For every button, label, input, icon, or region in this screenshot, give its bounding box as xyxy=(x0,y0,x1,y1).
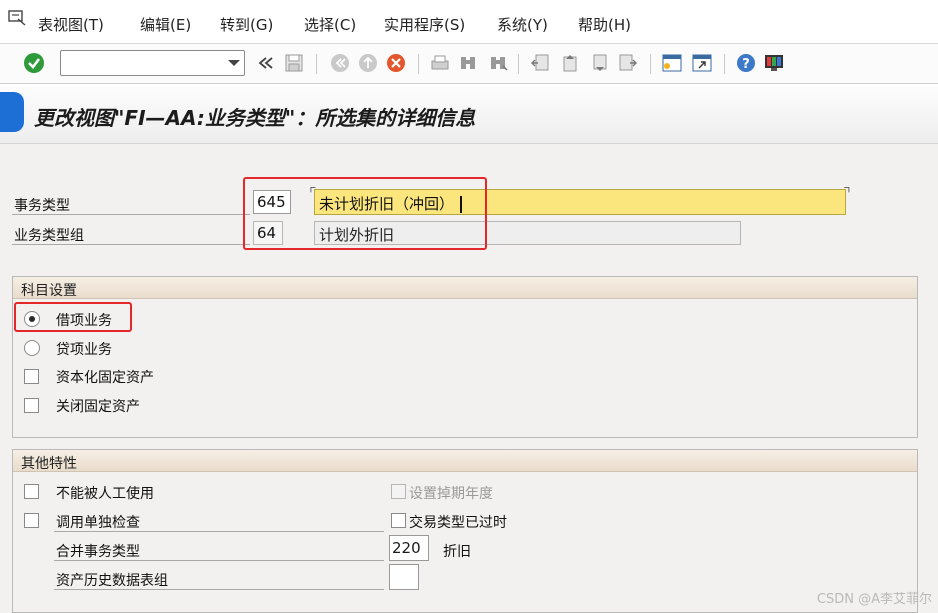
field-underline xyxy=(12,244,250,245)
nav-exit-icon[interactable] xyxy=(356,51,380,75)
call-individual-check-label: 调用单独检查 xyxy=(56,515,140,531)
asset-history-input[interactable] xyxy=(389,564,419,590)
help-icon[interactable]: ? xyxy=(734,51,758,75)
page-title: 更改视图"FI—AA:业务类型"：所选集的详细信息 xyxy=(34,106,476,130)
transaction-group-label: 业务类型组 xyxy=(14,228,84,244)
toolbar-separator xyxy=(518,54,519,74)
window-menu-icon[interactable] xyxy=(8,10,26,26)
prev-page-icon[interactable] xyxy=(558,51,582,75)
consolidated-type-desc: 折旧 xyxy=(443,544,471,560)
transaction-obsolete-checkbox[interactable] xyxy=(391,513,406,528)
save-icon[interactable] xyxy=(282,51,306,75)
field-bracket-right: ⌝ xyxy=(842,183,852,202)
call-individual-check-checkbox[interactable] xyxy=(24,513,39,528)
highlight-box-header xyxy=(243,177,487,250)
group-title: 其他特性 xyxy=(21,456,77,472)
group-header: 其他特性 xyxy=(13,450,917,472)
command-input[interactable] xyxy=(63,53,221,73)
group-header: 科目设置 xyxy=(13,277,917,299)
sap-logo xyxy=(0,92,24,132)
consolidated-type-input[interactable]: 220 xyxy=(389,535,429,561)
chevron-down-icon[interactable] xyxy=(228,60,240,66)
customize-layout-icon[interactable] xyxy=(762,51,786,75)
back-arrows-icon[interactable] xyxy=(254,51,278,75)
toolbar-separator xyxy=(650,54,651,74)
account-settings-group: 科目设置 xyxy=(12,276,918,438)
toolbar-separator xyxy=(316,54,317,74)
standard-toolbar: ? xyxy=(0,44,938,84)
menu-table-view[interactable]: 表视图(T) xyxy=(38,14,104,35)
field-underline xyxy=(54,531,384,532)
nav-back-icon[interactable] xyxy=(328,51,352,75)
watermark: CSDN @A李艾菲尔 xyxy=(816,592,932,607)
find-next-icon[interactable] xyxy=(486,51,510,75)
shortcut-icon[interactable] xyxy=(690,51,714,75)
field-underline xyxy=(54,560,384,561)
menu-bar: 表视图(T) 编辑(E) 转到(G) 选择(C) 实用程序(S) 系统(Y) 帮… xyxy=(0,0,938,44)
menu-edit[interactable]: 编辑(E) xyxy=(140,14,191,35)
group-title: 科目设置 xyxy=(21,283,77,299)
asset-history-label: 资产历史数据表组 xyxy=(56,573,168,589)
field-underline xyxy=(12,214,250,215)
menu-help[interactable]: 帮助(H) xyxy=(578,14,631,35)
set-writeoff-year-label: 设置掉期年度 xyxy=(409,486,493,502)
toolbar-separator xyxy=(724,54,725,74)
close-asset-checkbox[interactable] xyxy=(24,398,39,413)
field-underline xyxy=(54,589,384,590)
title-bar: 更改视图"FI—AA:业务类型"：所选集的详细信息 xyxy=(0,84,938,144)
set-writeoff-year-checkbox xyxy=(391,484,406,499)
menu-select[interactable]: 选择(C) xyxy=(304,14,356,35)
menu-utilities[interactable]: 实用程序(S) xyxy=(384,14,465,35)
transaction-type-label: 事务类型 xyxy=(14,198,70,214)
no-manual-use-checkbox[interactable] xyxy=(24,484,39,499)
enter-check-icon[interactable] xyxy=(22,51,46,75)
capitalize-asset-checkbox[interactable] xyxy=(24,369,39,384)
no-manual-use-label: 不能被人工使用 xyxy=(56,486,154,502)
command-field[interactable] xyxy=(60,50,245,76)
first-page-icon[interactable] xyxy=(528,51,552,75)
find-icon[interactable] xyxy=(456,51,480,75)
transaction-obsolete-label: 交易类型已过时 xyxy=(409,515,507,531)
menu-system[interactable]: 系统(Y) xyxy=(497,14,548,35)
last-page-icon[interactable] xyxy=(616,51,640,75)
credit-transaction-radio[interactable] xyxy=(24,340,40,356)
cancel-icon[interactable] xyxy=(384,51,408,75)
menu-goto[interactable]: 转到(G) xyxy=(220,14,273,35)
close-asset-label: 关闭固定资产 xyxy=(56,399,140,415)
capitalize-asset-label: 资本化固定资产 xyxy=(56,370,154,386)
toolbar-separator xyxy=(418,54,419,74)
next-page-icon[interactable] xyxy=(588,51,612,75)
consolidated-type-label: 合并事务类型 xyxy=(56,544,140,560)
highlight-box-debit xyxy=(14,302,132,332)
credit-transaction-label: 贷项业务 xyxy=(56,342,112,358)
print-icon[interactable] xyxy=(428,51,452,75)
svg-text:?: ? xyxy=(742,57,750,72)
new-session-icon[interactable] xyxy=(660,51,684,75)
